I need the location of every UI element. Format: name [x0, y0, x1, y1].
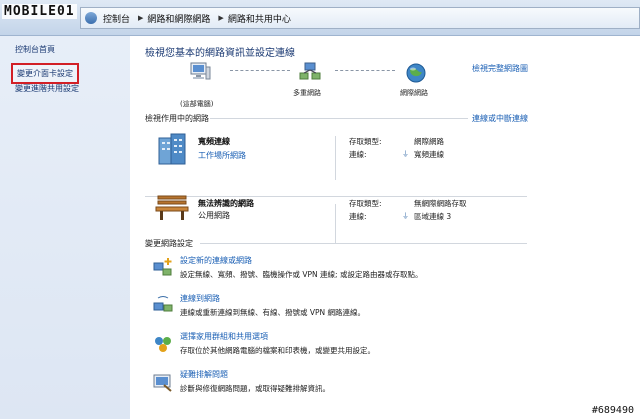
active-networks-header: 檢視作用中的網路	[145, 114, 209, 123]
multi-network-node[interactable]	[280, 62, 340, 84]
change-settings-header: 變更網路設定	[145, 239, 193, 248]
watermark-logo: MOBILE01	[2, 4, 77, 19]
troubleshoot-icon	[153, 374, 172, 392]
corner-tag: #689490	[589, 405, 636, 416]
task-title-link[interactable]: 選擇家用群組和共用選項	[180, 331, 268, 342]
address-bar: MOBILE01 控制台 ▶ 網路和網際網路 ▶ 網路和共用中心	[0, 0, 640, 36]
breadcrumb-item[interactable]: 控制台	[103, 12, 130, 25]
connection-link[interactable]: 寬頻連線	[414, 149, 444, 160]
access-type-label: 存取類型:	[349, 199, 382, 208]
new-connection-icon	[153, 258, 172, 276]
divider	[200, 243, 527, 244]
task-new-connection[interactable]: 設定新的連線或網路 設定無線、寬頻、撥號、臨機操作或 VPN 連線; 或設定路由…	[152, 255, 532, 291]
globe-icon	[406, 63, 426, 83]
access-type-value: 無網際網路存取	[414, 199, 467, 208]
breadcrumb-item[interactable]: 網路和網際網路	[147, 12, 210, 25]
plug-icon: ⏚	[402, 150, 409, 158]
task-title-link[interactable]: 設定新的連線或網路	[180, 255, 252, 266]
network-category: 公用網路	[198, 211, 230, 220]
network-icon	[299, 62, 321, 80]
breadcrumb[interactable]: 控制台 ▶ 網路和網際網路 ▶ 網路和共用中心	[80, 7, 640, 29]
network-card-broadband: 寬頻連線 工作場所網路 存取類型: 網際網路 連線: ⏚ 寬頻連線	[145, 128, 527, 188]
divider	[335, 204, 336, 244]
plug-icon: ⏚	[402, 212, 409, 220]
main-content: 檢視您基本的網路資訊並設定連線 檢視完整網路圖 (這部電腦) 多重網路 網際網路	[130, 36, 640, 419]
this-computer-label: (這部電腦)	[180, 100, 214, 108]
page-title: 檢視您基本的網路資訊並設定連線	[145, 48, 295, 59]
breadcrumb-item[interactable]: 網路和共用中心	[228, 12, 291, 25]
task-description: 診斷與修復網路問題，或取得疑難排解資訊。	[180, 384, 330, 393]
full-map-link[interactable]: 檢視完整網路圖	[472, 63, 528, 74]
network-name: 無法辨識的網路	[198, 199, 254, 208]
access-type-label: 存取類型:	[349, 137, 382, 146]
homegroup-icon	[155, 337, 171, 352]
back-icon[interactable]	[85, 12, 97, 24]
this-computer-node[interactable]	[170, 62, 230, 84]
connect-network-icon	[153, 296, 173, 312]
computer-icon	[190, 62, 211, 80]
connection-label: 連線:	[349, 150, 367, 159]
chevron-right-icon[interactable]: ▶	[138, 14, 143, 22]
internet-node[interactable]	[386, 62, 446, 86]
task-title-link[interactable]: 疑難排解問題	[180, 369, 228, 380]
building-icon	[158, 133, 186, 165]
bench-icon	[155, 195, 189, 220]
chevron-right-icon[interactable]: ▶	[218, 14, 223, 22]
task-title-link[interactable]: 連線到網路	[180, 293, 220, 304]
connection-label: 連線:	[349, 212, 367, 221]
network-category-link[interactable]: 工作場所網路	[198, 150, 246, 161]
task-description: 連線或重新連線到無線、有線、撥號或 VPN 網路連線。	[180, 308, 366, 317]
task-homegroup[interactable]: 選擇家用群組和共用選項 存取位於其他網路電腦的檔案和印表機，或變更共用設定。	[152, 331, 532, 367]
task-description: 設定無線、寬頻、撥號、臨機操作或 VPN 連線; 或設定路由器或存取點。	[180, 270, 423, 279]
network-card-unidentified: 無法辨識的網路 公用網路 存取類型: 無網際網路存取 連線: ⏚ 區域連線 3	[145, 186, 527, 246]
left-navigation: 控制台首頁 變更介面卡設定 變更進階共用設定	[0, 36, 130, 419]
network-name: 寬頻連線	[198, 137, 230, 146]
divider	[210, 118, 468, 119]
task-description: 存取位於其他網路電腦的檔案和印表機，或變更共用設定。	[180, 346, 375, 355]
access-type-value: 網際網路	[414, 137, 444, 146]
connect-disconnect-link[interactable]: 連線或中斷連線	[472, 113, 528, 124]
task-troubleshoot[interactable]: 疑難排解問題 診斷與修復網路問題，或取得疑難排解資訊。	[152, 369, 532, 405]
nav-advanced-sharing-settings[interactable]: 變更進階共用設定	[15, 83, 79, 94]
connection-link[interactable]: 區域連線 3	[414, 211, 451, 222]
nav-change-adapter-settings[interactable]: 變更介面卡設定	[11, 63, 79, 84]
nav-control-panel-home[interactable]: 控制台首頁	[15, 44, 55, 55]
task-connect-network[interactable]: 連線到網路 連線或重新連線到無線、有線、撥號或 VPN 網路連線。	[152, 293, 532, 329]
divider	[335, 136, 336, 180]
internet-label: 網際網路	[400, 89, 428, 97]
multi-network-label: 多重網路	[293, 89, 321, 97]
